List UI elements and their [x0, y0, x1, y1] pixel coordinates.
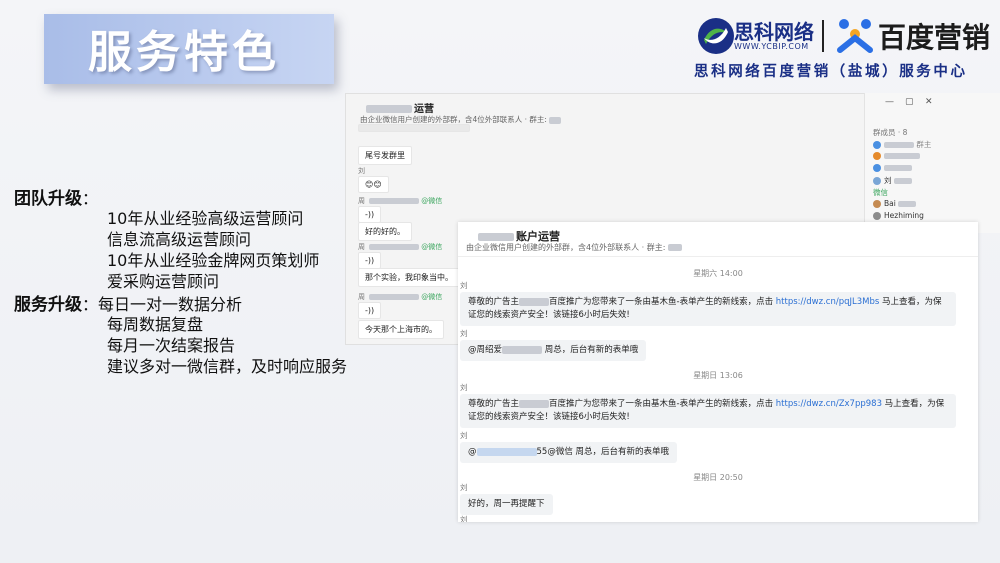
chat1-message: 今天那个上海市的。 — [358, 320, 444, 339]
chat2-message: @55@微信 周总，后台有新的表单哦 — [460, 442, 678, 463]
service-item: 每日一对一数据分析 — [98, 295, 243, 314]
service-item: 每月一次结案报告 — [107, 336, 236, 355]
timestamp: 星期日 13:06 — [693, 371, 743, 380]
lead-link[interactable]: https://dwz.cn/pqJL3Mbs — [776, 297, 880, 307]
chat2-sender: 刘 — [460, 383, 468, 392]
baidu-logo-icon — [837, 19, 873, 53]
baidu-name: 百度营销 — [878, 21, 991, 54]
chat2-divider — [458, 256, 978, 257]
member-row[interactable]: Bai — [873, 199, 916, 208]
sike-url: WWW.YCBIP.COM — [734, 42, 809, 51]
chat2-message: 好的，周一再提醒下 — [460, 494, 553, 515]
chat2-sender: 刘 — [460, 431, 468, 440]
sike-name: 思科网络 — [734, 20, 814, 44]
chat1-sender: 周 @微信 — [358, 243, 443, 251]
timestamp: 星期日 20:50 — [693, 473, 743, 482]
service-item: 建议多对一微信群，及时响应服务 — [107, 357, 348, 376]
team-section: 团队升级： — [14, 188, 98, 210]
chat2-sender: 刘 — [460, 281, 468, 290]
chat2-subtitle: 由企业微信用户创建的外部群，含4位外部联系人 · 群主: — [466, 242, 682, 253]
chat1-message: -)) — [358, 206, 382, 223]
logo-block: 思科网络 WWW.YCBIP.COM 百度营销 思科网络百度营销（盐城）服务中心 — [690, 12, 990, 82]
chat-screenshot-2: 账户运营 由企业微信用户创建的外部群，含4位外部联系人 · 群主: 星期六 14… — [458, 222, 978, 522]
chat1-message: -)) — [358, 252, 382, 269]
chat2-message: @周绍爱 周总，后台有新的表单哦 — [460, 340, 647, 361]
chat1-message: -)) — [358, 302, 382, 319]
team-item: 信息流高级运营顾问 — [107, 230, 252, 249]
service-center-name: 思科网络百度营销（盐城）服务中心 — [694, 64, 968, 80]
chat1-sender: 周 @微信 — [358, 197, 443, 205]
chat1-message: 😊😊 — [358, 176, 389, 193]
minimize-icon[interactable]: — — [885, 97, 894, 107]
team-colon: ： — [82, 189, 99, 208]
chat1-sender: 周 @微信 — [358, 293, 443, 301]
member-row[interactable] — [873, 151, 920, 160]
chat2-message: 尊敬的广告主 百度推广为您带来了一条由基木鱼-表单产生的新线索，点击 https:… — [460, 394, 956, 428]
team-item: 爱采购运营顾问 — [107, 272, 220, 291]
service-section: 服务升级：每日一对一数据分析 — [14, 294, 242, 316]
close-icon[interactable]: ✕ — [925, 97, 933, 107]
chat1-message: 那个实验，我印象当中。 — [358, 268, 460, 287]
logo-divider — [822, 20, 824, 52]
chat2-sender: 刘 — [460, 515, 468, 522]
member-row[interactable]: 群主 — [873, 139, 931, 150]
chat1-message: 好的好的。 — [358, 222, 412, 241]
chat1-sender: 刘 — [358, 167, 365, 175]
member-panel: — ▢ ✕ 群成员 · 8 群主 刘 微信 Bai Hezhiming 蒋 — [864, 93, 1000, 233]
member-row[interactable]: 刘 — [873, 175, 912, 186]
team-item: 10年从业经验金牌网页策划师 — [107, 251, 320, 270]
team-label: 团队升级 — [14, 189, 82, 209]
team-item: 10年从业经验高级运营顾问 — [107, 209, 304, 228]
chat1-message: 尾号发群里 — [358, 146, 412, 165]
member-count: 群成员 · 8 — [873, 128, 908, 137]
chat2-sender: 刘 — [460, 483, 468, 492]
service-item: 每周数据复盘 — [107, 315, 204, 334]
chat1-title: 运营 — [366, 100, 434, 115]
wechat-label: 微信 — [873, 188, 888, 197]
timestamp: 星期六 14:00 — [693, 269, 743, 278]
lead-link[interactable]: https://dwz.cn/Zx7pp983 — [776, 399, 882, 409]
sike-logo-icon — [698, 18, 734, 54]
page-title: 服务特色 — [88, 27, 280, 78]
chat2-sender: 刘 — [460, 329, 468, 338]
service-colon: ： — [82, 295, 99, 314]
chat1-message-cut — [358, 124, 470, 132]
member-row[interactable]: Hezhiming — [873, 211, 924, 220]
chat2-message: 尊敬的广告主 百度推广为您带来了一条由基木鱼-表单产生的新线索，点击 https:… — [460, 292, 956, 326]
maximize-icon[interactable]: ▢ — [905, 97, 914, 107]
member-row[interactable] — [873, 163, 912, 172]
service-label: 服务升级 — [14, 295, 82, 315]
